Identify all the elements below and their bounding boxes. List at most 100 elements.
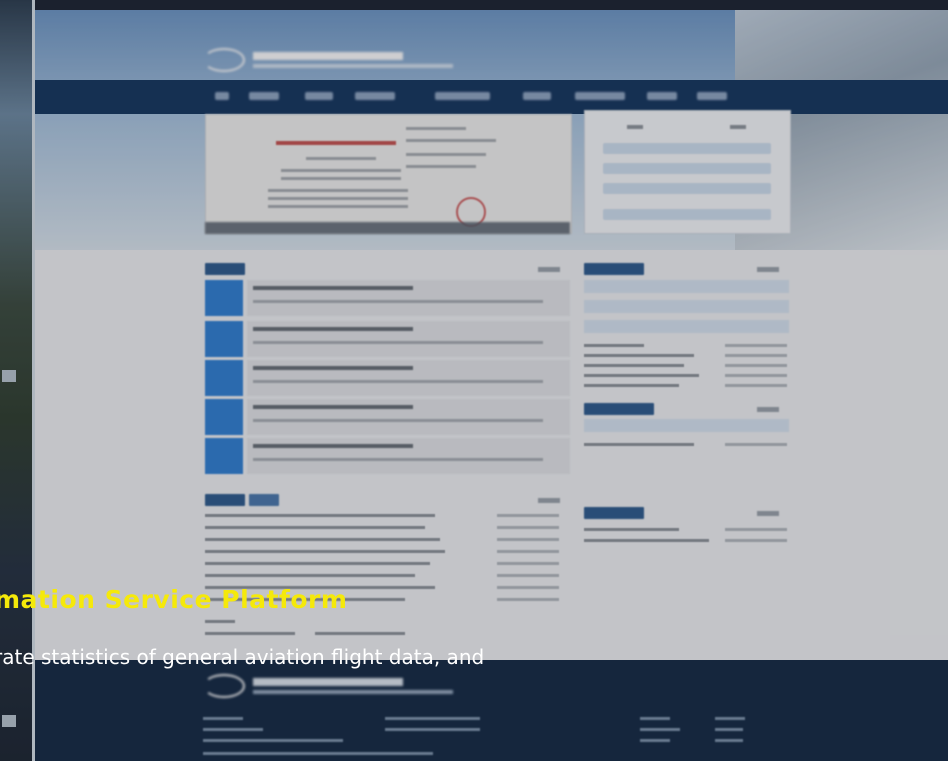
list-section-tag[interactable] — [249, 494, 279, 506]
side-list-link[interactable] — [584, 364, 684, 367]
slide-caption-bar — [205, 222, 570, 234]
list-label — [205, 620, 235, 623]
side-list-link[interactable] — [584, 528, 679, 531]
news-item[interactable] — [205, 321, 570, 357]
side-link-button[interactable] — [584, 419, 789, 432]
panel-link-button[interactable] — [603, 209, 771, 220]
document-line — [406, 127, 466, 130]
document-line — [306, 157, 376, 160]
list-link[interactable] — [205, 514, 435, 517]
panel-tab[interactable] — [730, 125, 746, 129]
side-list-date — [725, 364, 787, 367]
more-link[interactable] — [538, 267, 560, 272]
panel-link-button[interactable] — [603, 183, 771, 194]
footer-info-line — [385, 717, 480, 720]
left-sliver-chip — [2, 715, 16, 727]
side-list-date — [725, 354, 787, 357]
side-section-tag[interactable] — [584, 507, 644, 519]
announcement-document-image[interactable] — [205, 114, 572, 234]
panel-link-button[interactable] — [603, 163, 771, 174]
side-link-button[interactable] — [584, 280, 789, 293]
nav-item[interactable] — [435, 92, 490, 100]
footer-logo — [203, 674, 453, 698]
side-section-tag[interactable] — [584, 263, 644, 275]
news-item[interactable] — [205, 280, 570, 316]
document-line — [281, 169, 401, 172]
news-item[interactable] — [205, 399, 570, 435]
nav-item[interactable] — [575, 92, 625, 100]
panel-link-button[interactable] — [603, 143, 771, 154]
list-date — [497, 538, 559, 541]
side-list-link[interactable] — [584, 374, 699, 377]
site-nav-bar — [35, 80, 948, 114]
side-section-tag[interactable] — [584, 403, 654, 415]
more-link[interactable] — [757, 267, 779, 272]
footer-info-line — [203, 739, 343, 742]
more-link[interactable] — [757, 407, 779, 412]
news-body — [247, 438, 570, 474]
side-list-link[interactable] — [584, 443, 694, 446]
side-panel-card — [584, 110, 791, 234]
news-body — [247, 399, 570, 435]
news-body — [247, 321, 570, 357]
footer-info-line — [385, 728, 480, 731]
list-date — [497, 526, 559, 529]
list-link[interactable] — [205, 526, 425, 529]
footer-link[interactable] — [715, 717, 745, 720]
side-list-date — [725, 539, 787, 542]
list-link[interactable] — [205, 574, 415, 577]
document-line — [281, 177, 401, 180]
document-red-heading — [276, 141, 396, 145]
caption-title: mation Service Platform — [0, 585, 348, 614]
footer-link[interactable] — [640, 728, 680, 731]
footer-logo-text — [253, 678, 453, 694]
news-section-tag[interactable] — [205, 263, 245, 275]
footer-link[interactable] — [640, 717, 670, 720]
footer-link[interactable] — [715, 739, 743, 742]
footer-copyright-line — [203, 752, 433, 755]
list-section-tag[interactable] — [205, 494, 245, 506]
document-line — [406, 165, 476, 168]
footer-info-line — [203, 717, 243, 720]
list-link[interactable] — [205, 538, 440, 541]
news-date-badge — [205, 438, 243, 474]
document-line — [406, 153, 486, 156]
nav-item[interactable] — [355, 92, 395, 100]
news-item[interactable] — [205, 438, 570, 474]
side-list-link[interactable] — [584, 384, 679, 387]
footer-link[interactable] — [715, 728, 743, 731]
document-line — [406, 139, 496, 142]
list-link[interactable] — [315, 632, 405, 635]
list-link[interactable] — [205, 562, 430, 565]
side-link-button[interactable] — [584, 320, 789, 333]
side-list-link[interactable] — [584, 539, 709, 542]
side-list-date — [725, 443, 787, 446]
nav-item[interactable] — [249, 92, 279, 100]
top-dark-strip — [0, 0, 948, 10]
list-date — [497, 550, 559, 553]
list-date — [497, 514, 559, 517]
logo-swoosh-icon — [203, 674, 245, 698]
more-link[interactable] — [538, 498, 560, 503]
news-date-badge — [205, 399, 243, 435]
list-date — [497, 562, 559, 565]
news-item[interactable] — [205, 360, 570, 396]
left-sliver-chip — [2, 370, 16, 382]
footer-info-line — [203, 728, 263, 731]
footer-link[interactable] — [640, 739, 670, 742]
nav-item[interactable] — [215, 92, 229, 100]
side-list-link[interactable] — [584, 354, 694, 357]
more-link[interactable] — [757, 511, 779, 516]
side-list-link[interactable] — [584, 344, 644, 347]
list-link[interactable] — [205, 632, 295, 635]
side-list-date — [725, 528, 787, 531]
nav-item[interactable] — [647, 92, 677, 100]
panel-tab[interactable] — [627, 125, 643, 129]
news-body — [247, 360, 570, 396]
side-list-date — [725, 344, 787, 347]
nav-item[interactable] — [523, 92, 551, 100]
nav-item[interactable] — [305, 92, 333, 100]
list-link[interactable] — [205, 550, 445, 553]
nav-item[interactable] — [697, 92, 727, 100]
side-link-button[interactable] — [584, 300, 789, 313]
